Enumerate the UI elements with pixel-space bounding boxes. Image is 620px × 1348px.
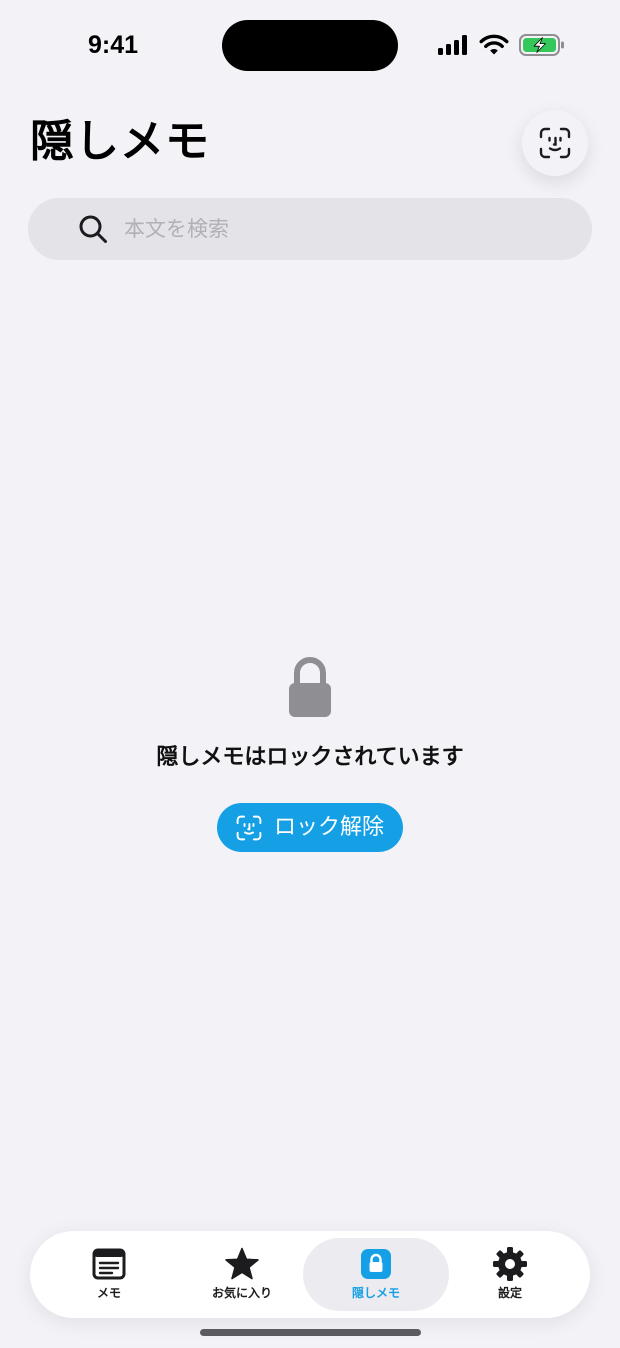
note-icon [92, 1248, 126, 1280]
battery-charging-icon [519, 34, 564, 56]
lock-icon [289, 657, 331, 717]
unlock-button-label: ロック解除 [273, 815, 384, 840]
faceid-button[interactable] [522, 110, 588, 176]
status-time: 9:41 [88, 31, 139, 59]
tab-label: 設定 [497, 1286, 522, 1300]
unlock-button[interactable]: ロック解除 [217, 803, 403, 852]
home-indicator [200, 1329, 421, 1336]
faceid-icon [236, 815, 262, 840]
dynamic-island [222, 20, 398, 71]
wifi-icon [479, 34, 509, 55]
hidden-notes-screen: 9:41 隠しメモ 本文を検索 隠しメモはロックされています ロック解除 メモ … [0, 0, 620, 1348]
tab-hidden-notes[interactable]: 隠しメモ [303, 1238, 449, 1311]
tab-notes[interactable]: メモ [36, 1238, 182, 1311]
page-title: 隠しメモ [30, 116, 210, 167]
tab-label: お気に入り [211, 1286, 272, 1300]
tab-settings[interactable]: 設定 [437, 1238, 583, 1311]
cellular-signal-icon [438, 35, 467, 55]
lock-icon [361, 1249, 391, 1279]
search-icon [79, 215, 107, 243]
status-icons [438, 32, 565, 58]
tab-label: 隠しメモ [351, 1286, 400, 1300]
tab-favorites[interactable]: お気に入り [169, 1238, 315, 1311]
tab-label: メモ [96, 1286, 121, 1300]
search-bar[interactable] [28, 198, 592, 260]
faceid-icon [539, 127, 571, 159]
star-icon [225, 1247, 259, 1280]
locked-message: 隠しメモはロックされています [156, 745, 464, 770]
tab-bar: メモ お気に入り 隠しメモ 設定 [30, 1231, 590, 1318]
gear-icon [493, 1247, 527, 1281]
search-input[interactable] [124, 198, 564, 260]
